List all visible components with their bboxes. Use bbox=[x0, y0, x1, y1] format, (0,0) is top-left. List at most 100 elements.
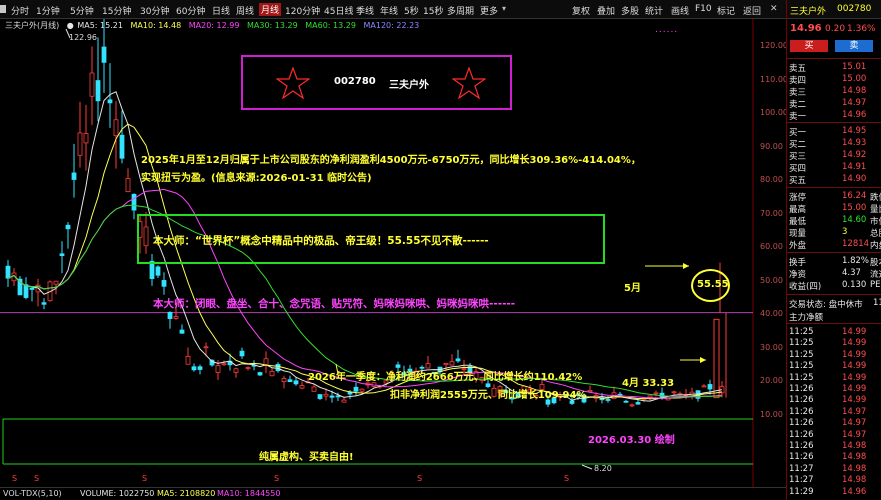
ask-row-value: 14.96 bbox=[842, 110, 867, 120]
stat2-row-label: 换手 bbox=[789, 258, 807, 268]
ask-row-label: 卖四 bbox=[789, 76, 807, 86]
more-arrow-icon[interactable]: ▾ bbox=[502, 4, 506, 13]
y-tick-label: 70.00 bbox=[760, 208, 783, 218]
tick-time: 11:25 bbox=[789, 361, 814, 372]
y-tick-label: 30.00 bbox=[760, 342, 783, 352]
tab-season[interactable]: 季线 bbox=[356, 4, 374, 17]
bid-row-value: 14.90 bbox=[842, 174, 867, 184]
stat-row: 涨停 16.24跌停 bbox=[789, 191, 881, 203]
stat2-row-value: 0.130 bbox=[842, 280, 867, 290]
stat-row: 最高 15.00量比 bbox=[789, 203, 881, 215]
stat-row: 现量 3 总股 bbox=[789, 227, 881, 239]
buy-button[interactable]: 买 bbox=[790, 40, 828, 52]
tab-month[interactable]: 月线 bbox=[259, 3, 282, 16]
candle-body bbox=[449, 361, 455, 366]
stat-row: 外盘 12814内盘 bbox=[789, 239, 881, 251]
price-change-pct: 1.36% bbox=[847, 24, 876, 34]
ask-row-label: 卖五 bbox=[789, 64, 807, 74]
tool-overlay[interactable]: 叠加 bbox=[597, 4, 615, 17]
master-line-1: 本大师：“世界杯”概念中精品中的极品、帝王级！55.55不见不散------ bbox=[153, 235, 489, 247]
candle-body bbox=[161, 280, 167, 287]
candle-body bbox=[83, 133, 89, 144]
tab-multi-period[interactable]: 多周期 bbox=[447, 4, 474, 17]
stock-name-text: 三夫户外 bbox=[389, 80, 429, 91]
tab-45day[interactable]: 45日线 bbox=[324, 4, 353, 17]
candle-body bbox=[617, 393, 623, 396]
stat2-row-extra: PE bbox=[870, 280, 881, 290]
tool-draw[interactable]: 画线 bbox=[671, 4, 689, 17]
candle-body bbox=[455, 358, 461, 362]
virtual-disclaimer: 纯属虚构、买卖自由! bbox=[259, 452, 354, 463]
tab-60min[interactable]: 60分钟 bbox=[176, 4, 205, 17]
candle-body bbox=[77, 132, 83, 156]
tick-price: 14.98 bbox=[842, 463, 867, 474]
low-marker-line bbox=[581, 464, 593, 470]
tick-row: 11:29 14.96 bbox=[789, 487, 881, 498]
tab-year[interactable]: 年线 bbox=[380, 4, 398, 17]
stock-code-text: 002780 bbox=[334, 76, 376, 87]
candle-body bbox=[245, 367, 251, 369]
stat-row-value: 12814 bbox=[842, 239, 870, 249]
stat2-row-extra: 流通 bbox=[870, 270, 881, 280]
tab-1min[interactable]: 1分钟 bbox=[36, 4, 60, 17]
ask-row-value: 15.00 bbox=[842, 74, 867, 84]
trade-status: 交易状态: 盘中休市 bbox=[789, 300, 863, 310]
tick-time: 11:27 bbox=[789, 463, 814, 474]
candle-body bbox=[215, 365, 221, 373]
bid-row-label: 买三 bbox=[789, 152, 807, 162]
tab-5min[interactable]: 5分钟 bbox=[70, 4, 94, 17]
kline-chart: 三夫户外(月线) ● MA5: 15.21 MA10: 14.48 MA20: … bbox=[0, 19, 788, 487]
tick-row: 11:26 14.98 bbox=[789, 452, 881, 463]
ask-row-value: 14.97 bbox=[842, 98, 867, 108]
candle-body bbox=[707, 384, 713, 390]
tick-price: 14.98 bbox=[842, 452, 867, 463]
stat-row-extra: 内盘 bbox=[870, 241, 881, 251]
candle-body bbox=[131, 193, 137, 211]
notice-line-1: 2025年1月至12月归属于上市公司股东的净利润盈利4500万元-6750万元，… bbox=[141, 155, 641, 166]
tick-price: 14.99 bbox=[842, 372, 867, 383]
bid-row-label: 买五 bbox=[789, 176, 807, 186]
tab-fenshi[interactable]: 分时 bbox=[11, 4, 29, 17]
tool-multi-stock[interactable]: 多股 bbox=[621, 4, 639, 17]
ask-row: 卖一 14.96 bbox=[789, 110, 881, 122]
tab-day[interactable]: 日线 bbox=[212, 4, 230, 17]
sell-button[interactable]: 卖 bbox=[835, 40, 873, 52]
stat2-row-label: 净资 bbox=[789, 270, 807, 280]
divider bbox=[787, 122, 881, 123]
candle-body bbox=[185, 355, 191, 365]
candle-body bbox=[29, 287, 35, 290]
stat2-row-value: 4.37 bbox=[842, 268, 861, 278]
tick-time: 11:26 bbox=[789, 452, 814, 463]
low-price-label: 8.20 bbox=[594, 464, 612, 473]
spike-candle bbox=[713, 318, 720, 399]
tool-mark[interactable]: 标记 bbox=[717, 4, 735, 17]
tab-15sec[interactable]: 15秒 bbox=[423, 4, 443, 17]
window-close-icon[interactable]: ✕ bbox=[770, 4, 778, 14]
tool-f10[interactable]: F10 bbox=[695, 4, 712, 14]
stock-name-box: 002780 三夫户外 bbox=[241, 55, 512, 110]
tick-row: 11:27 14.98 bbox=[789, 464, 881, 475]
ask-row-label: 卖二 bbox=[789, 100, 807, 110]
candle-body bbox=[197, 366, 203, 370]
volume-indicator-row: VOL-TDX(5,10) VOLUME: 1022750 MA5: 21088… bbox=[0, 487, 786, 500]
candle-body bbox=[89, 72, 95, 97]
tab-30min[interactable]: 30分钟 bbox=[140, 4, 169, 17]
bid-row-label: 买一 bbox=[789, 128, 807, 138]
stat-row-value: 3 bbox=[842, 227, 848, 237]
price-change: 0.20 bbox=[825, 24, 846, 34]
y-tick-label: 20.00 bbox=[760, 376, 783, 385]
tick-price: 14.97 bbox=[842, 406, 867, 417]
tab-15min[interactable]: 15分钟 bbox=[102, 4, 131, 17]
tab-5sec[interactable]: 5秒 bbox=[404, 4, 419, 17]
menu-handle-icon[interactable] bbox=[0, 5, 6, 13]
tool-back[interactable]: 返回 bbox=[743, 4, 761, 17]
tool-fuquan[interactable]: 复权 bbox=[572, 4, 590, 17]
candle-body bbox=[299, 385, 305, 389]
tick-time: 11:27 bbox=[789, 475, 814, 486]
candle-body bbox=[167, 311, 173, 319]
tab-week[interactable]: 周线 bbox=[236, 4, 254, 17]
tool-stats[interactable]: 统计 bbox=[645, 4, 663, 17]
tab-120min[interactable]: 120分钟 bbox=[285, 4, 320, 17]
tab-more[interactable]: 更多 bbox=[480, 4, 498, 17]
bid-row: 买四 14.91 bbox=[789, 162, 881, 174]
